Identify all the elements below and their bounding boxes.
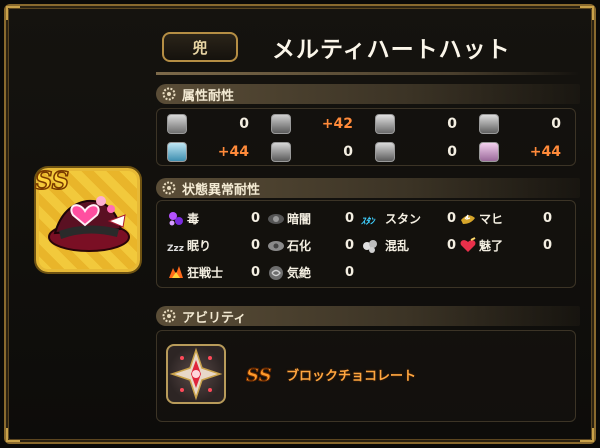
petrify-icon (268, 241, 284, 251)
elemental-row: 0 +42 0 0 (157, 111, 573, 137)
status-value: 0 (251, 265, 261, 280)
elemental-row: +44 0 0 +44 (157, 139, 573, 165)
resist-value: 0 (551, 116, 561, 132)
gear-icon (162, 87, 176, 101)
light-element-icon (479, 142, 499, 162)
wind-element-icon (375, 114, 395, 134)
resist-value: 0 (239, 116, 249, 132)
svg-text:ｽﾀﾝ: ｽﾀﾝ (361, 216, 376, 227)
status-value: 0 (345, 265, 355, 280)
stun-icon: ｽﾀﾝ (361, 216, 376, 227)
status-cell: 気絶 0 (267, 260, 357, 286)
status-value: 0 (447, 211, 457, 226)
svg-text:SS: SS (35, 166, 69, 195)
status-cell: 暗闇 0 (267, 206, 357, 232)
status-panel: 毒 0 暗闇 0 ｽﾀﾝ スタン 0 マヒ 0 Zzz 眠り 0 石化 0 混乱… (156, 200, 576, 288)
status-label: マヒ (479, 212, 504, 226)
item-name: メルティハートハット (272, 37, 511, 63)
svg-text:Zzz: Zzz (167, 244, 184, 254)
status-label: スタン (385, 212, 422, 226)
resist-cell: +44 (469, 139, 573, 165)
heart-hat-icon[interactable]: SS (34, 165, 140, 272)
status-value: 0 (345, 211, 355, 226)
chocolate-gem-icon[interactable] (166, 344, 226, 404)
status-label: 毒 (187, 212, 200, 226)
paralysis-icon (461, 214, 475, 224)
status-cell: 毒 0 (167, 206, 267, 232)
ability-gem-art (169, 347, 223, 401)
earth-element-icon (271, 142, 291, 162)
status-cell: ｽﾀﾝ スタン 0 (361, 206, 457, 232)
gear-icon (162, 181, 176, 195)
resist-cell: +44 (157, 139, 261, 165)
status-label: 混乱 (385, 239, 410, 253)
resist-cell: 0 (365, 111, 469, 137)
resist-value: +44 (529, 144, 561, 160)
resist-cell: 0 (469, 111, 573, 137)
status-label: 眠り (187, 239, 212, 253)
sleep-icon: Zzz (167, 244, 184, 254)
section-header-ability: アビリティ (156, 306, 580, 326)
status-label: 暗闇 (287, 212, 312, 226)
frame-corner-ornament (6, 428, 20, 442)
category-badge: 兜 (162, 32, 238, 62)
frame-corner-ornament (580, 6, 594, 20)
charm-icon (460, 237, 476, 252)
status-cell: 魅了 0 (459, 233, 559, 259)
section-title-elemental: 属性耐性 (182, 88, 235, 104)
status-value: 0 (543, 238, 553, 253)
section-title-ability: アビリティ (182, 310, 247, 326)
ss-rank-badge: SS (246, 365, 272, 387)
resist-cell: 0 (261, 139, 365, 165)
resist-value: +42 (321, 116, 353, 132)
status-value: 0 (447, 238, 457, 253)
resist-value: 0 (447, 144, 457, 160)
explosion-element-icon (479, 114, 499, 134)
status-label: 石化 (287, 239, 312, 253)
resist-value: +44 (217, 144, 249, 160)
status-cell: 石化 0 (267, 233, 357, 259)
section-header-elemental: 属性耐性 (156, 84, 580, 104)
status-cell: 狂戦士 0 (167, 260, 267, 286)
header-divider (156, 72, 580, 75)
section-header-status: 状態異常耐性 (156, 178, 580, 198)
status-value: 0 (251, 238, 261, 253)
berserk-icon (169, 266, 183, 278)
poison-icon (169, 212, 183, 226)
ss-rank-badge: SS (34, 165, 70, 195)
blind-icon (268, 214, 284, 224)
status-label: 狂戦士 (187, 266, 224, 280)
resist-value: 0 (343, 144, 353, 160)
elemental-panel: 0 +42 0 0 +44 0 0 +44 (156, 108, 576, 166)
dark-element-icon (375, 142, 395, 162)
status-value: 0 (543, 211, 553, 226)
status-label: 魅了 (479, 239, 504, 253)
gear-icon (162, 309, 176, 323)
ability-name: ブロックチョコレート (286, 369, 417, 384)
svg-text:SS: SS (246, 365, 272, 386)
resist-value: 0 (447, 116, 457, 132)
ice-element-icon (271, 114, 291, 134)
status-cell: Zzz 眠り 0 (167, 233, 267, 259)
lightning-element-icon (167, 142, 187, 162)
frame-corner-ornament (6, 6, 20, 20)
status-cell: マヒ 0 (459, 206, 559, 232)
resist-cell: 0 (157, 111, 261, 137)
status-value: 0 (345, 238, 355, 253)
faint-icon (269, 266, 283, 280)
status-label: 気絶 (287, 266, 312, 280)
status-cell: 混乱 0 (361, 233, 457, 259)
resist-cell: +42 (261, 111, 365, 137)
frame-corner-ornament (580, 428, 594, 442)
confusion-icon (363, 240, 377, 253)
status-value: 0 (251, 211, 261, 226)
section-title-status: 状態異常耐性 (182, 182, 261, 198)
resist-cell: 0 (365, 139, 469, 165)
fire-element-icon (167, 114, 187, 134)
